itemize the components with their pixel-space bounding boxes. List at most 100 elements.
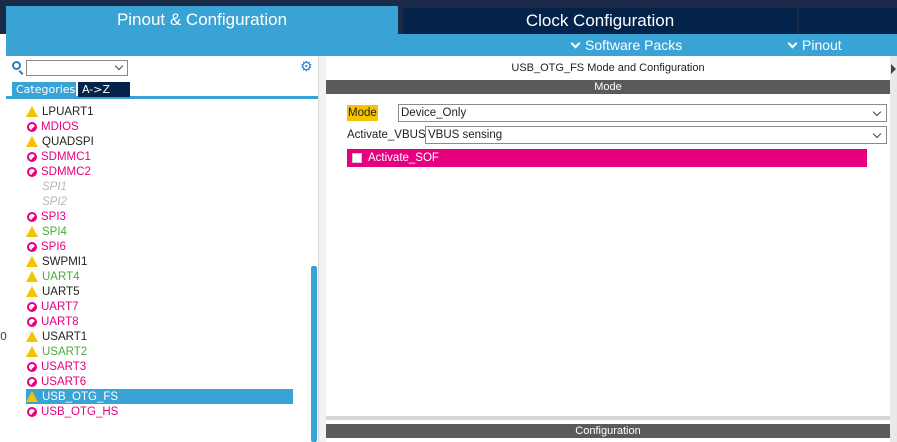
tab-pinout-configuration[interactable]: Pinout & Configuration — [6, 6, 398, 34]
disabled-icon — [27, 376, 37, 387]
warning-icon — [26, 331, 38, 342]
peripheral-label: SPI2 — [42, 195, 67, 208]
disabled-icon — [27, 166, 37, 177]
vbus-select[interactable]: VBUS sensing — [425, 126, 887, 144]
mode-section-header: Mode — [326, 80, 890, 94]
disabled-icon — [27, 151, 37, 162]
chevron-down-icon — [787, 38, 798, 48]
peripheral-label: QUADSPI — [42, 135, 94, 148]
disabled-icon — [27, 361, 37, 372]
peripheral-item[interactable]: UART5 — [26, 284, 293, 299]
peripheral-item[interactable]: LPUART1 — [26, 104, 293, 119]
chevron-down-icon — [114, 61, 124, 71]
chevron-down-icon — [570, 38, 581, 48]
blank-icon — [26, 181, 38, 193]
disabled-icon — [27, 301, 37, 312]
scrollbar[interactable] — [311, 266, 317, 442]
peripheral-item[interactable]: QUADSPI — [26, 134, 293, 149]
activate-sof-row[interactable]: Activate_SOF — [347, 149, 867, 167]
blank-icon — [26, 196, 38, 208]
disabled-icon — [27, 241, 37, 252]
top-tab-bar: Pinout & Configuration Clock Configurati… — [0, 0, 897, 34]
peripheral-item[interactable]: USART1 — [26, 329, 293, 344]
peripheral-label: SWPMI1 — [42, 255, 88, 268]
activate-sof-checkbox[interactable] — [352, 153, 362, 163]
peripheral-label: SPI3 — [41, 210, 66, 223]
peripheral-item[interactable]: SPI6 — [26, 239, 293, 254]
panel-splitter[interactable] — [318, 56, 326, 442]
disabled-icon — [27, 406, 37, 417]
pinout-menu[interactable]: Pinout — [787, 37, 842, 53]
panel-title: USB_OTG_FS Mode and Configuration — [511, 62, 705, 74]
view-tabs: Categories A->Z — [6, 80, 318, 99]
warning-icon — [26, 106, 38, 117]
search-combobox[interactable] — [26, 60, 128, 76]
tab-clock-configuration[interactable]: Clock Configuration — [403, 8, 797, 34]
peripheral-label: UART7 — [41, 300, 79, 313]
peripheral-item[interactable]: SDMMC2 — [26, 164, 293, 179]
edge-text: 0 — [0, 330, 7, 343]
menu-bar: Software Packs Pinout — [6, 34, 897, 56]
peripheral-item[interactable]: UART8 — [26, 314, 293, 329]
peripheral-label: USART1 — [42, 330, 88, 343]
tab-extra[interactable] — [799, 8, 897, 34]
warning-icon — [26, 271, 38, 282]
tab-a-to-z[interactable]: A->Z — [78, 82, 130, 97]
activate-sof-label: Activate_SOF — [368, 152, 439, 164]
peripheral-item[interactable]: MDIOS — [26, 119, 293, 134]
search-row: ⚙ — [6, 56, 318, 80]
disabled-icon — [27, 211, 37, 222]
peripheral-item[interactable]: USART2 — [26, 344, 293, 359]
peripheral-item[interactable]: SPI4 — [26, 224, 293, 239]
mode-value: Device_Only — [401, 107, 467, 119]
mode-configuration-panel: USB_OTG_FS Mode and Configuration Mode M… — [326, 56, 890, 442]
warning-icon — [26, 256, 38, 267]
warning-icon — [26, 346, 38, 357]
peripheral-item[interactable]: USB_OTG_FS — [26, 389, 293, 404]
peripheral-label: USART2 — [42, 345, 88, 358]
peripheral-item[interactable]: UART4 — [26, 269, 293, 284]
gear-icon[interactable]: ⚙ — [300, 60, 314, 74]
peripheral-item[interactable]: SPI3 — [26, 209, 293, 224]
peripheral-item[interactable]: UART7 — [26, 299, 293, 314]
peripheral-label: UART5 — [42, 285, 80, 298]
disabled-icon — [27, 121, 37, 132]
warning-icon — [26, 391, 38, 402]
peripheral-label: UART4 — [42, 270, 80, 283]
chevron-down-icon — [872, 129, 882, 139]
peripheral-list: LPUART1 MDIOS QUADSPI SDMMC1 SDMMC2 SPI1 SPI2 S… — [6, 101, 311, 442]
peripheral-item[interactable]: USART6 — [26, 374, 293, 389]
peripheral-item[interactable]: SDMMC1 — [26, 149, 293, 164]
vbus-value: VBUS sensing — [428, 129, 503, 141]
peripheral-label: SDMMC2 — [41, 165, 91, 178]
peripheral-label: USB_OTG_HS — [41, 405, 119, 418]
peripheral-panel: ⚙ Categories A->Z LPUART1 MDIOS QUADSPI SDM… — [6, 56, 318, 442]
mode-select[interactable]: Device_Only — [398, 104, 887, 122]
configuration-section-header: Configuration — [326, 424, 890, 438]
warning-icon — [26, 286, 38, 297]
peripheral-label: USART6 — [41, 375, 87, 388]
peripheral-label: LPUART1 — [42, 105, 94, 118]
peripheral-label: SPI1 — [42, 180, 67, 193]
peripheral-item[interactable]: SPI2 — [26, 194, 293, 209]
peripheral-label: SDMMC1 — [41, 150, 91, 163]
warning-icon — [26, 136, 38, 147]
section-divider — [326, 416, 890, 420]
peripheral-label: MDIOS — [41, 120, 79, 133]
peripheral-item[interactable]: USART3 — [26, 359, 293, 374]
peripheral-label: SPI6 — [41, 240, 66, 253]
search-icon[interactable] — [12, 61, 21, 70]
vbus-row: Activate_VBUS VBUS sensing — [347, 126, 887, 144]
collapse-arrow-icon[interactable] — [890, 56, 897, 442]
peripheral-item[interactable]: SWPMI1 — [26, 254, 293, 269]
disabled-icon — [27, 316, 37, 327]
mode-label: Mode — [347, 105, 378, 121]
software-packs-menu[interactable]: Software Packs — [570, 37, 682, 53]
warning-icon — [26, 226, 38, 237]
pinout-label: Pinout — [802, 37, 842, 53]
peripheral-item[interactable]: SPI1 — [26, 179, 293, 194]
peripheral-label: UART8 — [41, 315, 79, 328]
peripheral-item[interactable]: USB_OTG_HS — [26, 404, 293, 419]
tab-categories[interactable]: Categories — [12, 82, 76, 97]
peripheral-label: USART3 — [41, 360, 87, 373]
